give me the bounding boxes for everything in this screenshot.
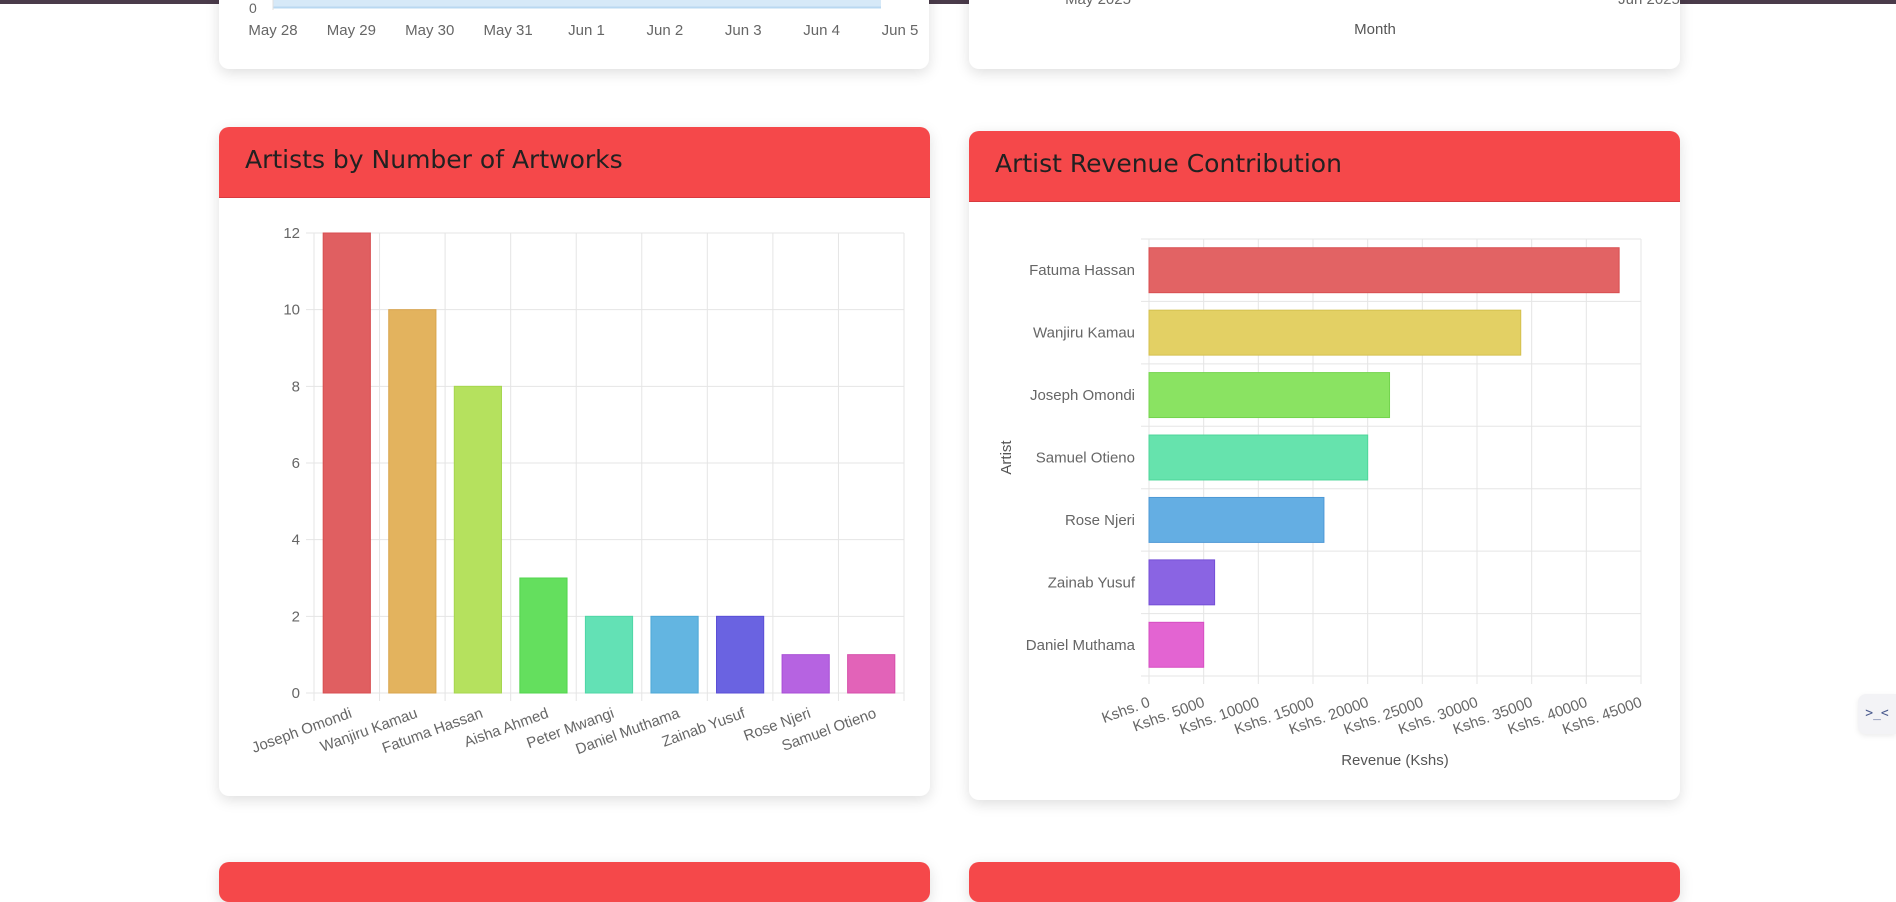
bottom-right-card: [969, 862, 1680, 902]
monthly-x-axis-title: Month: [1354, 21, 1396, 38]
line-x-tick: Jun 3: [725, 22, 762, 39]
terminal-icon: >_<: [1865, 706, 1889, 721]
artworks-y-tick: 6: [292, 455, 300, 472]
revenue-y-tick: Daniel Muthama: [1026, 637, 1136, 654]
artworks-y-tick: 10: [283, 302, 300, 319]
artworks-y-tick: 4: [292, 532, 300, 549]
revenue-y-axis-title: Artist: [998, 440, 1015, 475]
revenue-bar: [1148, 434, 1369, 481]
monthly-x-tick-right: Jun 2025: [1618, 0, 1680, 8]
artworks-bar: [322, 232, 371, 694]
revenue-bar: [1148, 372, 1391, 419]
monthly-chart: May 2025 Jun 2025 Month: [1065, 0, 1680, 38]
revenue-y-tick: Fatuma Hassan: [1029, 262, 1135, 279]
revenue-bar: [1148, 247, 1620, 294]
monthly-chart-card: May 2025 Jun 2025 Month: [969, 0, 1680, 69]
artworks-bar: [781, 654, 830, 694]
monthly-x-tick-left: May 2025: [1065, 0, 1131, 8]
artworks-chart-card: Artists by Number of Artworks 0 2 4 6 8 10 12 J…: [219, 127, 930, 796]
artworks-bar: [650, 615, 699, 694]
revenue-y-tick: Samuel Otieno: [1036, 450, 1135, 467]
revenue-bar-chart: Kshs. 0Kshs. 5000Kshs. 10000Kshs. 15000K…: [998, 238, 1644, 769]
line-x-tick: Jun 4: [803, 22, 840, 39]
artworks-bar: [453, 385, 502, 694]
bottom-left-card: [219, 862, 930, 902]
revenue-bar: [1148, 559, 1216, 606]
artworks-y-tick: 0: [292, 685, 300, 702]
revenue-y-tick: Joseph Omondi: [1030, 387, 1135, 404]
line-x-tick: May 28: [248, 22, 297, 39]
artworks-bar: [716, 615, 765, 694]
artworks-y-tick: 8: [292, 378, 300, 395]
line-x-ticks: May 28 May 29 May 30 May 31 Jun 1 Jun 2 Jun 3 J…: [248, 22, 918, 39]
revenue-bar: [1148, 621, 1205, 668]
revenue-y-tick: Zainab Yusuf: [1048, 574, 1136, 591]
artworks-y-tick: 12: [283, 225, 300, 242]
revenue-y-tick: Wanjiru Kamau: [1033, 325, 1135, 342]
line-x-tick: May 29: [327, 22, 376, 39]
revenue-chart-card: Artist Revenue Contribution Kshs. 0 Kshs.…: [969, 131, 1680, 800]
daily-line-chart: 0 May 28 May 29 May 30 May 31 Jun 1 Jun 2 Jun …: [248, 0, 918, 39]
revenue-bar: [1148, 309, 1522, 356]
artworks-bar: [388, 309, 437, 694]
side-terminal-tab[interactable]: >_<: [1858, 694, 1896, 734]
artworks-y-tick: 2: [292, 608, 300, 625]
artworks-bar-chart: 024681012Joseph OmondiWanjiru KamauFatum…: [250, 225, 905, 758]
line-x-tick: Jun 1: [568, 22, 605, 39]
artworks-bar: [847, 654, 896, 694]
artworks-bar: [584, 615, 634, 694]
revenue-x-axis-title: Revenue (Kshs): [1341, 752, 1449, 769]
line-x-tick: May 30: [405, 22, 454, 39]
revenue-y-tick: Rose Njeri: [1065, 512, 1135, 529]
artworks-bar: [519, 577, 568, 694]
line-x-tick: Jun 5: [882, 22, 919, 39]
line-x-tick: May 31: [484, 22, 533, 39]
daily-line-chart-card: 0 May 28 May 29 May 30 May 31 Jun 1 Jun 2 Jun …: [219, 0, 929, 69]
revenue-bar: [1148, 496, 1325, 543]
line-y-tick-0: 0: [249, 0, 257, 16]
line-x-tick: Jun 2: [647, 22, 684, 39]
